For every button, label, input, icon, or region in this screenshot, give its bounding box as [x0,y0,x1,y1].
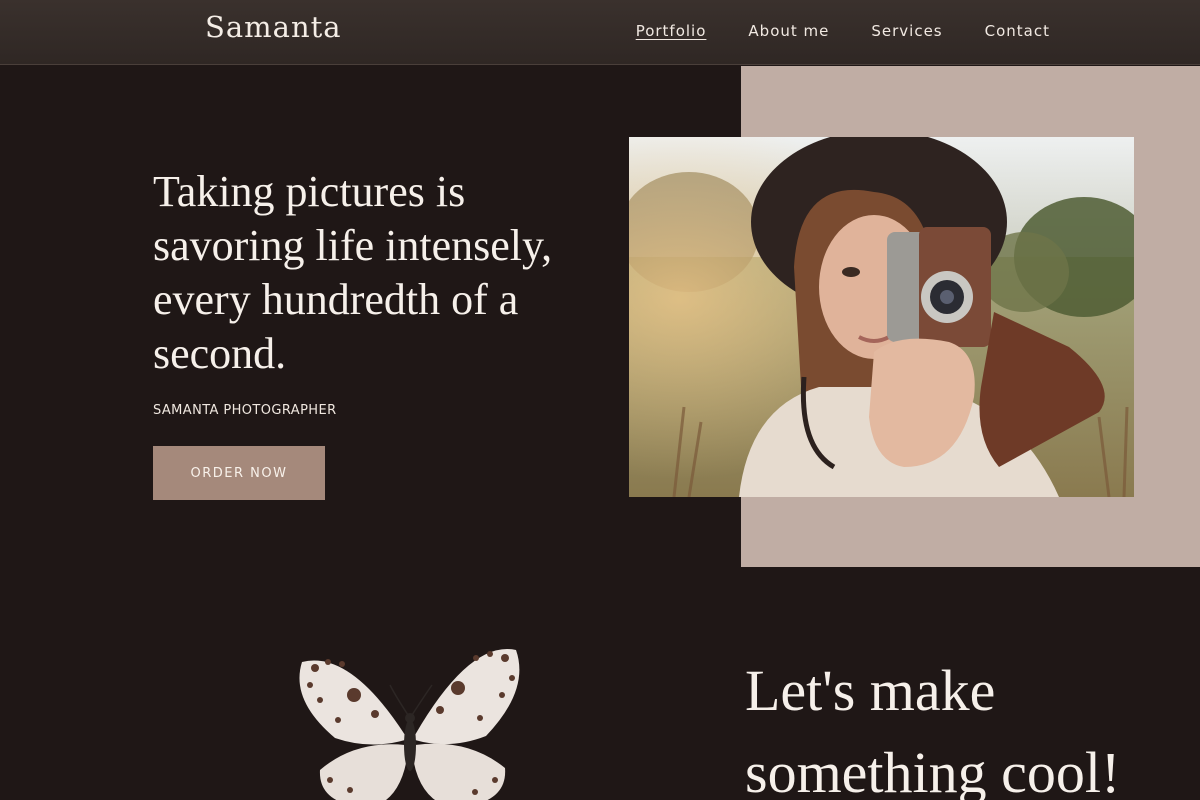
cta-line-1: Let's make [745,658,996,723]
hero-subline: SAMANTA PHOTOGRAPHER [153,403,337,418]
main-nav: Portfolio About me Services Contact [636,22,1050,40]
cta-heading: Let's make something cool! [745,650,1120,800]
nav-item-about-me[interactable]: About me [748,22,829,40]
nav-item-services[interactable]: Services [871,22,942,40]
nav-item-portfolio[interactable]: Portfolio [636,22,707,40]
nav-item-contact[interactable]: Contact [985,22,1050,40]
hero-photo [629,137,1134,497]
order-now-button[interactable]: ORDER NOW [153,446,325,500]
hero-headline: Taking pictures is savoring life intense… [153,167,553,378]
site-logo[interactable]: Samanta [205,10,342,44]
site-header: Samanta Portfolio About me Services Cont… [0,0,1200,65]
woman-with-camera-photo [629,137,1134,497]
butterfly-icon [299,649,520,800]
cta-line-2: something cool! [745,740,1121,800]
butterfly-illustration [290,640,530,800]
